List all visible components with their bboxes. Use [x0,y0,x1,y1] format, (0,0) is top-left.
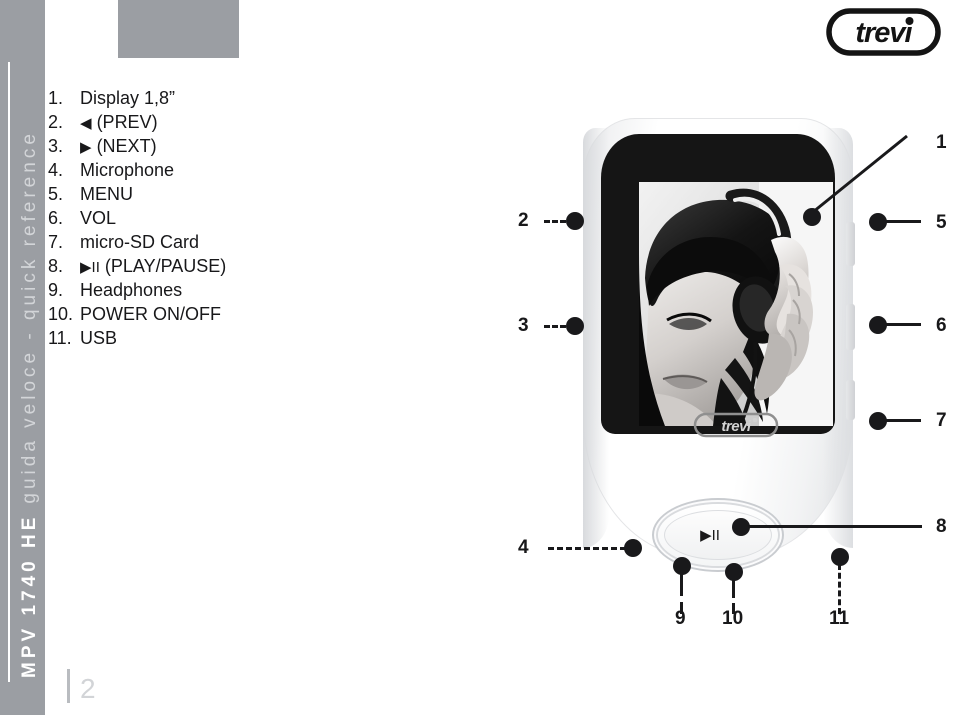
list-item-text: MENU [80,184,133,204]
list-item-number: 11. [48,328,72,348]
callout-11-number: 11 [829,608,850,629]
list-item: 6. VOL [48,208,348,232]
spine-rule [8,62,10,682]
list-item-text: (PREV) [96,112,158,132]
play-pause-button[interactable]: ▶II [658,504,778,566]
callout-8-number: 8 [936,516,947,537]
callout-9-number: 9 [675,608,686,629]
list-item-number: 5. [48,184,64,204]
callout-4-dot [624,539,642,557]
callout-3-dot [566,317,584,335]
list-item-number: 7. [48,232,64,252]
list-item: 3. ▶ (NEXT) [48,136,348,160]
list-item-label: ◀ (PREV) [80,112,158,133]
trevi-logo-icon: trevi [826,8,941,56]
list-item-text: POWER ON/OFF [80,304,221,324]
micro-sd-card-slot[interactable] [846,380,855,420]
header-gray-block [118,0,239,58]
callout-1-leader [812,134,908,214]
manual-page: MPV 1740 HE guida veloce - quick referen… [0,0,959,715]
list-item: 1. Display 1,8” [48,88,348,112]
list-item-label: ▶II (PLAY/PAUSE) [80,256,226,277]
menu-button[interactable] [846,222,855,266]
callout-6-number: 6 [936,315,947,336]
callout-9-leader [680,572,683,596]
list-item: 9. Headphones [48,280,348,304]
spine-label: MPV 1740 HE guida veloce - quick referen… [12,18,48,678]
list-item: 8. ▶II (PLAY/PAUSE) [48,256,348,280]
list-item-number: 8. [48,256,64,276]
callout-10-leader [732,578,735,598]
parts-legend-list: 1. Display 1,8” 2. ◀ (PREV) 3. ▶ (NEXT) … [48,88,348,352]
prev-icon: ◀ [80,115,92,132]
list-item: 10. POWER ON/OFF [48,304,348,328]
list-item-text: micro-SD Card [80,232,200,252]
list-item: 4. Microphone [48,160,348,184]
list-item-label: Display 1,8” [80,88,175,109]
list-item-number: 2. [48,112,64,132]
callout-2-number: 2 [518,210,529,231]
callout-7-leader [885,419,921,422]
callout-1-number: 1 [936,132,947,153]
list-item-text: Display 1,8” [80,88,176,108]
svg-text:trevi: trevi [721,418,752,435]
callout-5-number: 5 [936,212,947,233]
list-item: 5. MENU [48,184,348,208]
play-pause-icon: ▶II [80,259,100,276]
list-item: 2. ◀ (PREV) [48,112,348,136]
callout-5-leader [885,220,921,223]
list-item-number: 1. [48,88,64,108]
callout-10-number: 10 [722,608,744,629]
list-item-number: 3. [48,136,64,156]
callout-11-leader [838,564,841,614]
list-item-number: 9. [48,280,64,300]
callout-2-leader [544,220,566,223]
callout-2-dot [566,212,584,230]
callout-7-number: 7 [936,410,947,431]
callout-3-number: 3 [518,315,529,336]
list-item-text: Microphone [80,160,175,180]
list-item-text: Headphones [80,280,183,300]
vol-button[interactable] [846,304,855,350]
callout-3-leader [544,325,566,328]
device-diagram: trevi ▶II 1 2 3 4 5 6 7 8 9 10 11 [500,100,959,660]
list-item-text: (PLAY/PAUSE) [104,256,227,276]
list-item: 11. USB [48,328,348,352]
spine-label-bold: MPV 1740 HE [19,513,40,678]
list-item-number: 6. [48,208,64,228]
device-trevi-logo-icon: trevi [693,412,779,438]
list-item-number: 4. [48,160,64,180]
play-pause-button-face[interactable]: ▶II [664,510,772,560]
svg-text:trevi: trevi [855,17,913,49]
list-item-text: VOL [80,208,117,228]
next-icon: ▶ [80,139,92,156]
spine-label-light: guida veloce - quick reference [19,130,40,504]
list-item-label: ▶ (NEXT) [80,136,157,157]
callout-1-dot [803,208,821,226]
callout-4-leader [548,547,626,550]
list-item-number: 10. [48,304,74,324]
spine-sidebar: MPV 1740 HE guida veloce - quick referen… [0,0,45,715]
page-number-rule [67,669,70,703]
callout-4-number: 4 [518,537,529,558]
list-item: 7. micro-SD Card [48,232,348,256]
callout-8-leader [748,525,922,528]
list-item-text: (NEXT) [96,136,157,156]
play-pause-icon: ▶II [700,527,720,544]
list-item-text: USB [80,328,118,348]
callout-6-leader [885,323,921,326]
page-number: 2 [80,673,96,704]
